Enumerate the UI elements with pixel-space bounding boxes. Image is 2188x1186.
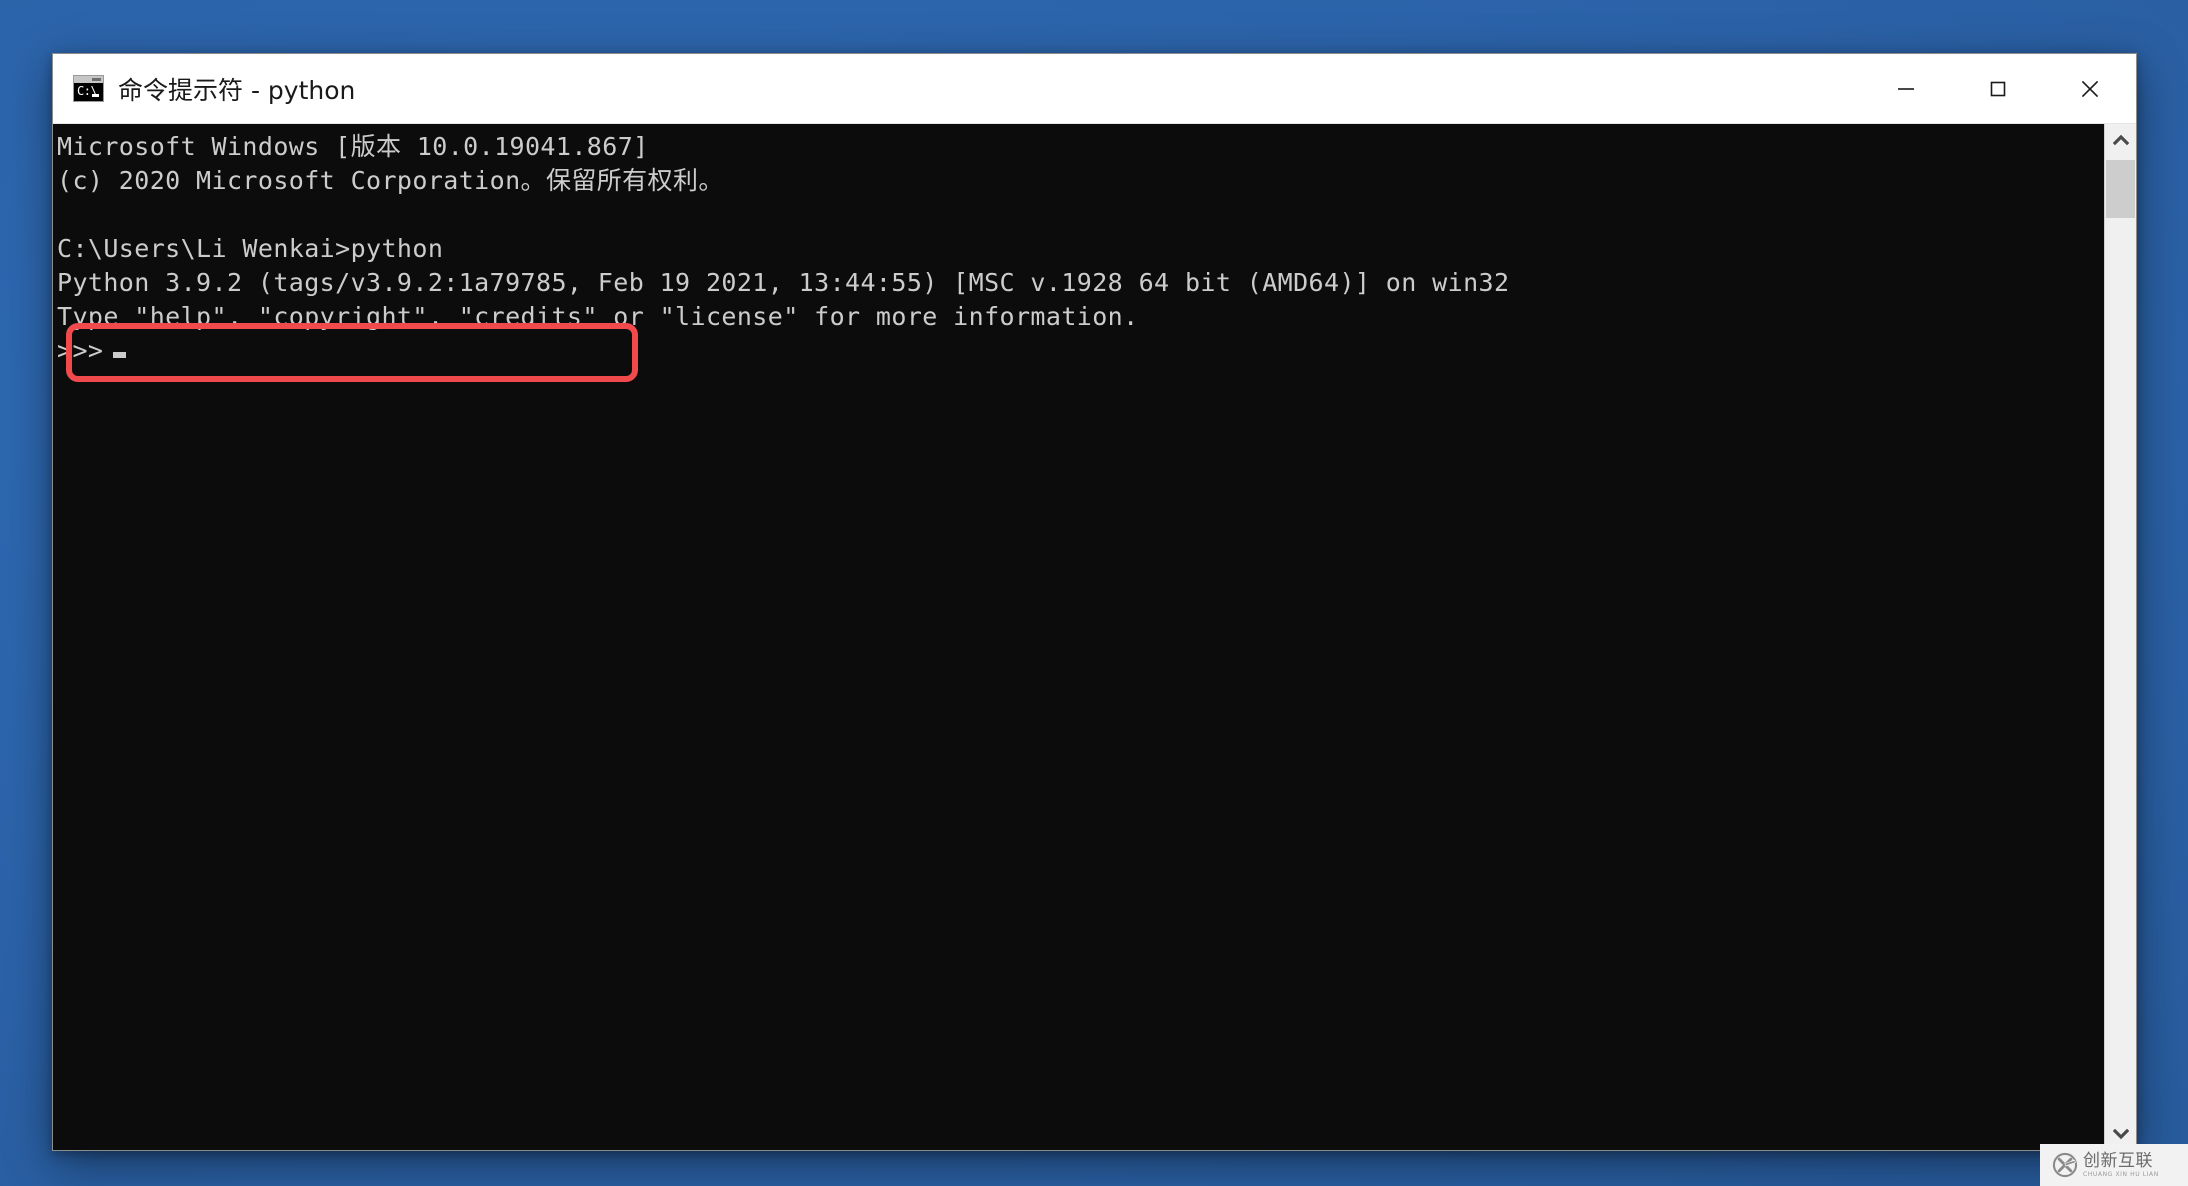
chevron-down-icon <box>2112 1128 2129 1140</box>
terminal-area: Microsoft Windows [版本 10.0.19041.867] (c)… <box>53 124 2136 1150</box>
watermark: 创新互联 CHUANG XIN HU LIAN <box>2040 1144 2188 1186</box>
scrollbar-track[interactable] <box>2105 156 2136 1118</box>
watermark-text-group: 创新互联 CHUANG XIN HU LIAN <box>2083 1150 2159 1178</box>
scrollbar-up-button[interactable] <box>2105 124 2136 156</box>
close-icon <box>2081 80 2099 97</box>
chevron-up-icon <box>2112 134 2129 146</box>
window-title: 命令提示符 - python <box>118 75 356 105</box>
circle-x-logo <box>2052 1152 2078 1178</box>
maximize-button[interactable] <box>1952 54 2044 123</box>
desktop-background: C:\ 命令提示符 - python Microsoft Windows [版本… <box>0 0 2188 1186</box>
console-lines: Microsoft Windows [版本 10.0.19041.867] (c)… <box>57 130 2104 368</box>
window-titlebar[interactable]: C:\ 命令提示符 - python <box>53 54 2136 124</box>
minimize-icon <box>1898 87 1914 90</box>
console-line: Python 3.9.2 (tags/v3.9.2:1a79785, Feb 1… <box>57 268 1510 297</box>
text-cursor <box>113 352 127 358</box>
window-controls <box>1860 54 2136 123</box>
close-button[interactable] <box>2044 54 2136 123</box>
scrollbar-thumb[interactable] <box>2106 160 2135 218</box>
titlebar-left-group: C:\ 命令提示符 - python <box>53 71 355 107</box>
console-line: (c) 2020 Microsoft Corporation。保留所有权利。 <box>57 166 724 195</box>
console-icon-cursor <box>92 94 99 97</box>
watermark-main-text: 创新互联 <box>2083 1150 2153 1171</box>
console-icon-bar <box>74 76 103 83</box>
console-line: C:\Users\Li Wenkai>python <box>57 234 444 263</box>
console-icon: C:\ <box>73 75 104 102</box>
terminal-output[interactable]: Microsoft Windows [版本 10.0.19041.867] (c)… <box>53 124 2104 1150</box>
command-prompt-window: C:\ 命令提示符 - python Microsoft Windows [版本… <box>52 53 2137 1151</box>
console-line: Microsoft Windows [版本 10.0.19041.867] <box>57 132 649 161</box>
maximize-icon <box>1990 81 2006 96</box>
minimize-button[interactable] <box>1860 54 1952 123</box>
watermark-sub-text: CHUANG XIN HU LIAN <box>2083 1170 2159 1178</box>
console-line: Type "help", "copyright", "credits" or "… <box>57 302 1139 331</box>
terminal-scrollbar[interactable] <box>2104 124 2136 1150</box>
console-line: >>> <box>57 334 2104 368</box>
